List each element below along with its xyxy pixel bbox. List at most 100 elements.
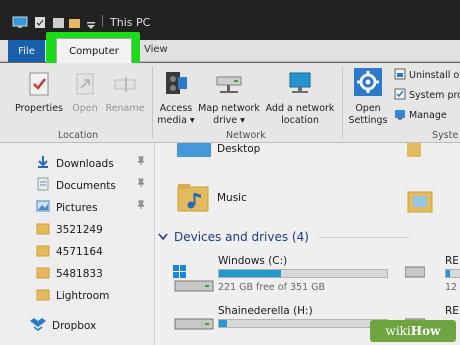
download-arrow-icon [36,155,50,172]
properties-button[interactable]: Properties [14,71,64,115]
shainederella-drive-label[interactable]: Shainederella (H:) [218,305,313,317]
pin-icon[interactable] [136,200,146,213]
nav-item-folder-3521249[interactable]: 3521249 [36,221,103,238]
dropbox-icon [30,317,46,334]
nav-label: Lightroom [56,289,110,302]
uninstall-label: Uninstall o [409,70,460,81]
right-drive-usage-bar [445,269,460,278]
navigation-pane: Downloads Documents Pictures 3521249 457… [0,143,155,345]
rename-icon [104,71,146,101]
folder-icon [36,287,50,304]
right-folder-icon[interactable] [407,143,423,163]
map-network-drive-button[interactable]: Map network drive ▾ [196,69,262,127]
access-media-button[interactable]: Access media ▾ [156,69,196,127]
nav-item-pictures[interactable]: Pictures [36,199,145,216]
right-drive-icon[interactable] [404,253,426,287]
nav-label: Downloads [56,157,114,170]
computer-icon [12,14,28,33]
right-drive-2-label[interactable]: RE [445,305,459,317]
ribbon-separator [342,67,343,139]
nav-label: 5481833 [56,267,103,280]
network-location-icon [262,69,338,101]
nav-label: Pictures [56,201,98,214]
access-media-label-2: media ▾ [157,115,195,126]
ribbon-separator [152,67,153,139]
uninstall-icon [394,68,406,83]
pin-icon[interactable] [136,178,146,191]
windows-drive-usage-bar [218,269,388,278]
nav-item-dropbox[interactable]: Dropbox [30,317,96,334]
map-network-label-1: Map network [198,103,260,114]
windows-drive-usage-text: 221 GB free of 351 GB [218,282,326,293]
documents-icon [36,177,50,194]
collapse-chevron-icon [158,230,168,244]
nav-item-folder-5481833[interactable]: 5481833 [36,265,103,282]
devices-section-header[interactable]: Devices and drives (4) [158,230,409,244]
desktop-folder-icon[interactable] [177,143,213,163]
music-folder-icon[interactable] [177,181,211,217]
right-pictures-icon[interactable] [407,189,435,219]
nav-item-folder-4571164[interactable]: 4571164 [36,243,103,260]
folder-icon [36,243,50,260]
access-media-label-2-text: media [157,115,187,126]
logo-wiki: wiki [385,324,411,338]
windows-drive-label[interactable]: Windows (C:) [218,255,287,267]
system-properties-label: System pro [409,90,460,101]
properties-label: Properties [14,103,63,114]
map-network-label-2-text: drive [213,115,238,126]
nav-item-documents[interactable]: Documents [36,177,145,194]
system-properties-icon [394,88,406,103]
shainederella-drive-usage-fill [219,320,228,327]
window-title: This PC [110,16,151,29]
system-group-label: Syste [432,130,459,141]
rename-label: Rename [105,103,145,114]
windows-drive-icon[interactable] [171,263,217,299]
devices-header-label: Devices and drives (4) [174,230,309,244]
pin-icon[interactable] [136,156,146,169]
rename-button[interactable]: Rename [104,71,146,115]
tab-file[interactable]: File [8,40,45,62]
media-icon [156,69,196,101]
nav-label: 4571164 [56,245,103,258]
tab-view[interactable]: View [144,44,168,55]
ribbon-panel: Properties Open Rename Location Access m… [0,63,460,143]
network-group-label: Network [226,130,266,141]
quick-access-folder-icon[interactable] [52,14,65,33]
windows-drive-usage-fill [219,270,282,277]
uninstall-button[interactable]: Uninstall o [394,68,459,83]
wikihow-logo: wiki How [370,320,456,342]
tab-computer[interactable]: Computer [56,38,132,64]
access-media-label-1: Access [159,103,193,114]
nav-item-downloads[interactable]: Downloads [36,155,145,172]
network-drive-icon [196,69,262,101]
right-drive-usage-fill [446,270,450,277]
logo-how: How [410,324,441,338]
add-network-label-2: location [281,115,319,126]
manage-button[interactable]: Manage [394,108,447,123]
add-network-location-button[interactable]: Add a network location [262,69,338,127]
new-folder-icon[interactable] [68,14,81,33]
shainederella-drive-usage-bar [218,319,388,328]
content-pane: Desktop Music Devices and drives (4) Win… [155,143,460,345]
manage-icon [394,108,406,123]
section-divider [318,236,409,238]
open-button[interactable]: Open [66,71,104,115]
gear-icon [346,67,390,101]
nav-label: Dropbox [52,319,97,332]
system-properties-button[interactable]: System pro [394,88,460,103]
nav-item-lightroom[interactable]: Lightroom [36,287,109,304]
title-separator [102,15,103,27]
open-settings-button[interactable]: Open Settings [346,67,390,127]
properties-icon [14,71,64,101]
right-drive-label[interactable]: RE [445,255,459,267]
open-icon [66,71,104,101]
nav-label: 3521249 [56,223,103,236]
quick-access-properties-icon[interactable] [34,14,46,33]
usb-drive-icon[interactable] [171,313,217,345]
open-label: Open [72,103,98,114]
map-network-label-2: drive ▾ [213,115,245,126]
open-settings-label-1: Open [355,103,381,114]
music-label[interactable]: Music [217,192,247,204]
add-network-label-1: Add a network [265,103,335,114]
desktop-label[interactable]: Desktop [217,143,260,155]
